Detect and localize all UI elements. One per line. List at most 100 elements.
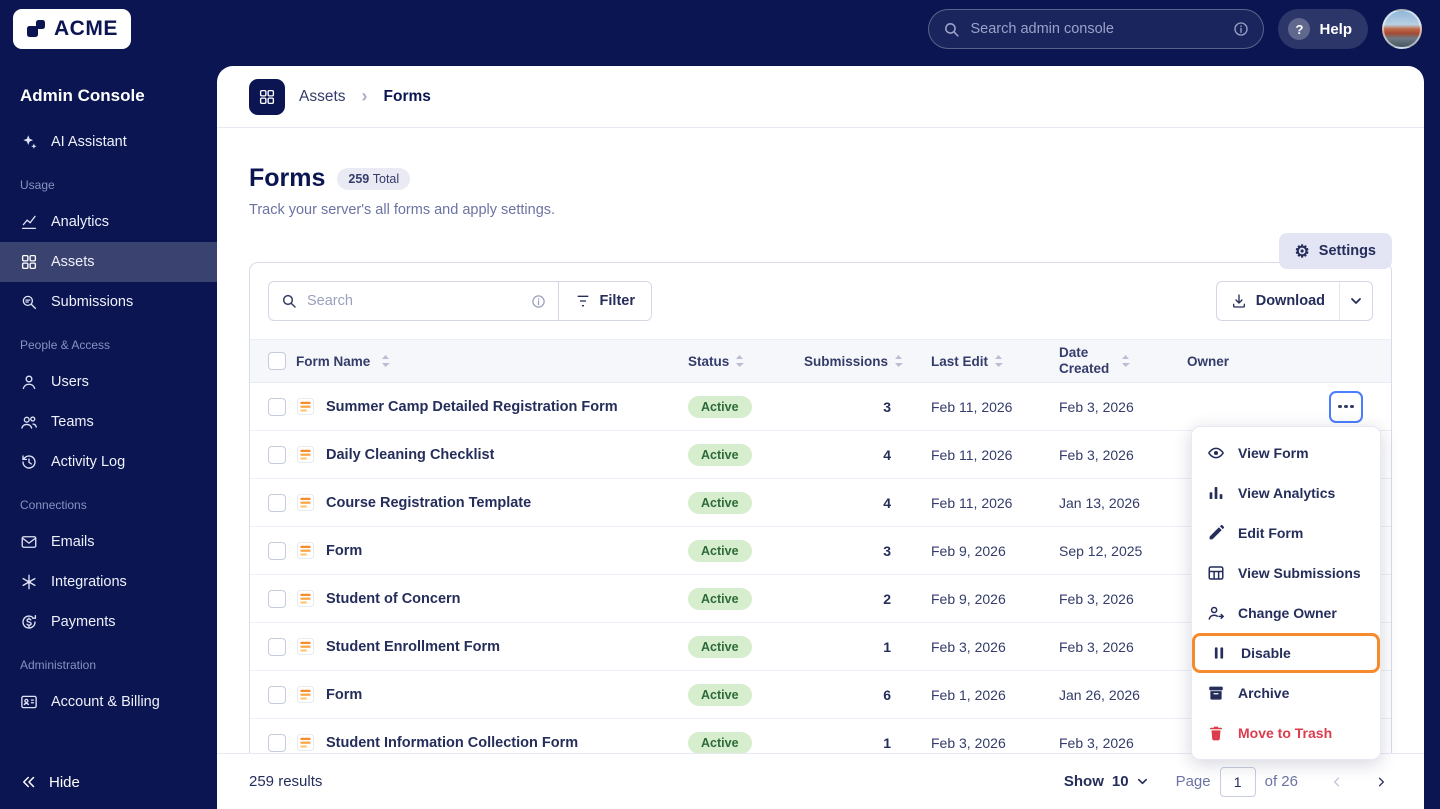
breadcrumb: Assets › Forms	[217, 66, 1424, 128]
form-name-link[interactable]: Course Registration Template	[326, 495, 531, 511]
page-count-label: of 26	[1264, 773, 1298, 790]
sidebar-item-account-billing[interactable]: Account & Billing	[0, 682, 217, 722]
info-icon	[531, 294, 546, 309]
admin-search-input[interactable]	[970, 21, 1224, 37]
user-avatar[interactable]	[1382, 9, 1422, 49]
admin-search[interactable]	[928, 9, 1265, 49]
menu-item-disable[interactable]: Disable	[1192, 633, 1380, 673]
header-date-created[interactable]: Date Created	[1059, 345, 1187, 376]
submissions-count: 3	[883, 398, 891, 415]
sidebar-item-analytics[interactable]: Analytics	[0, 202, 217, 242]
row-checkbox[interactable]	[268, 685, 286, 704]
header-last-edit[interactable]: Last Edit	[931, 354, 1059, 369]
row-checkbox[interactable]	[268, 589, 286, 608]
table-search[interactable]	[269, 282, 559, 320]
sidebar-item-label: Users	[51, 374, 89, 390]
menu-item-view-form[interactable]: View Form	[1192, 433, 1380, 473]
question-icon: ?	[1288, 18, 1311, 40]
settings-button[interactable]: ⚙ Settings	[1278, 233, 1392, 269]
sidebar-item-ai-assistant[interactable]: AI Assistant	[0, 122, 217, 162]
sidebar-item-assets[interactable]: Assets	[0, 242, 217, 282]
select-all-checkbox[interactable]	[268, 352, 286, 370]
topbar: ACME ? Help	[0, 0, 1440, 58]
sidebar-item-payments[interactable]: Payments	[0, 602, 217, 642]
form-name-link[interactable]: Form	[326, 543, 362, 559]
form-name-link[interactable]: Student of Concern	[326, 591, 461, 607]
double-chevron-left-icon	[20, 773, 38, 791]
table-row: Summer Camp Detailed Registration Form A…	[250, 383, 1391, 431]
row-checkbox[interactable]	[268, 445, 286, 464]
chevron-right-icon: ›	[361, 86, 368, 106]
sort-icon[interactable]	[735, 354, 745, 368]
menu-item-view-submissions[interactable]: View Submissions	[1192, 553, 1380, 593]
status-badge: Active	[688, 395, 752, 418]
sidebar-item-users[interactable]: Users	[0, 362, 217, 402]
history-icon	[20, 453, 38, 471]
sidebar-item-teams[interactable]: Teams	[0, 402, 217, 442]
last-edit-date: Feb 9, 2026	[931, 590, 1006, 607]
date-created: Jan 13, 2026	[1059, 494, 1140, 511]
acme-logo[interactable]: ACME	[13, 9, 131, 49]
status-badge: Active	[688, 539, 752, 562]
download-label: Download	[1255, 293, 1325, 309]
row-more-button[interactable]	[1329, 390, 1363, 423]
chevron-down-icon[interactable]	[1340, 295, 1372, 307]
form-name-link[interactable]: Student Information Collection Form	[326, 735, 578, 751]
page-size-select[interactable]: Show 10	[1064, 773, 1148, 790]
header-form-name[interactable]: Form Name	[296, 354, 688, 369]
sparkles-icon	[20, 133, 38, 151]
page-label: Page	[1175, 773, 1211, 790]
sidebar-item-integrations[interactable]: Integrations	[0, 562, 217, 602]
menu-item-view-analytics[interactable]: View Analytics	[1192, 473, 1380, 513]
results-count: 259 results	[249, 773, 323, 790]
assets-icon	[249, 78, 285, 115]
billing-icon	[20, 693, 38, 711]
pencil-icon	[1207, 524, 1225, 542]
sidebar-collapse-button[interactable]: Hide	[0, 759, 217, 805]
row-checkbox[interactable]	[268, 733, 286, 752]
sidebar-item-submissions[interactable]: Submissions	[0, 282, 217, 322]
filter-button[interactable]: Filter	[558, 282, 651, 320]
header-submissions[interactable]: Submissions	[804, 354, 931, 369]
sidebar-item-emails[interactable]: Emails	[0, 522, 217, 562]
form-name-link[interactable]: Student Enrollment Form	[326, 639, 500, 655]
settings-label: Settings	[1318, 243, 1376, 259]
main-panel: Assets › Forms Forms 259 Total Track you…	[217, 66, 1424, 809]
sort-icon[interactable]	[894, 354, 904, 368]
total-label: Total	[372, 171, 400, 186]
form-icon	[296, 733, 315, 752]
breadcrumb-assets[interactable]: Assets	[299, 88, 346, 106]
prev-page-button[interactable]	[1326, 771, 1348, 793]
row-checkbox[interactable]	[268, 541, 286, 560]
form-name-link[interactable]: Daily Cleaning Checklist	[326, 447, 494, 463]
date-created: Feb 3, 2026	[1059, 398, 1134, 415]
magnifier-icon	[20, 293, 38, 311]
help-button[interactable]: ? Help	[1278, 9, 1368, 49]
form-name-link[interactable]: Form	[326, 687, 362, 703]
row-checkbox[interactable]	[268, 397, 286, 416]
next-page-button[interactable]	[1370, 771, 1392, 793]
grid-icon	[20, 253, 38, 271]
form-icon	[296, 637, 315, 656]
menu-item-edit-form[interactable]: Edit Form	[1192, 513, 1380, 553]
sort-icon[interactable]	[381, 354, 391, 368]
date-created: Feb 3, 2026	[1059, 638, 1134, 655]
header-status[interactable]: Status	[688, 354, 804, 369]
page-number-input[interactable]	[1219, 766, 1256, 797]
date-created: Feb 3, 2026	[1059, 590, 1134, 607]
submissions-count: 6	[883, 686, 891, 703]
sort-icon[interactable]	[1121, 354, 1130, 368]
download-button[interactable]: Download	[1215, 281, 1373, 321]
form-name-link[interactable]: Summer Camp Detailed Registration Form	[326, 399, 618, 415]
sort-icon[interactable]	[994, 354, 1004, 368]
menu-item-change-owner[interactable]: Change Owner	[1192, 593, 1380, 633]
sidebar-section-usage: Usage	[20, 178, 55, 192]
table-search-input[interactable]	[307, 293, 521, 309]
sidebar-title: Admin Console	[20, 86, 145, 105]
menu-item-archive[interactable]: Archive	[1192, 673, 1380, 713]
row-checkbox[interactable]	[268, 637, 286, 656]
sidebar-item-activity-log[interactable]: Activity Log	[0, 442, 217, 482]
row-checkbox[interactable]	[268, 493, 286, 512]
header-owner[interactable]: Owner	[1187, 354, 1329, 369]
menu-item-move-to-trash[interactable]: Move to Trash	[1192, 713, 1380, 753]
